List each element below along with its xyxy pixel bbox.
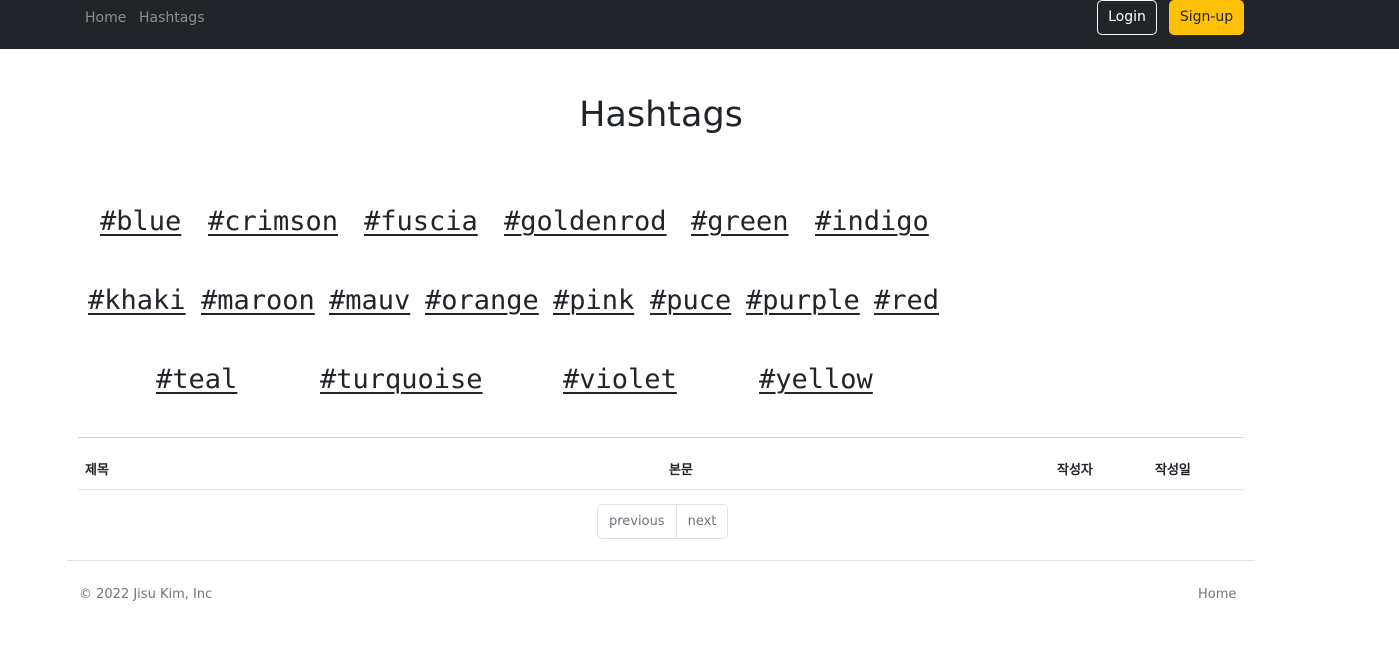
hashtag-link[interactable]: #indigo	[815, 206, 929, 238]
signup-button[interactable]: Sign-up	[1169, 0, 1244, 35]
hashtag-link[interactable]: #yellow	[759, 364, 873, 396]
pagination: previous next	[597, 504, 729, 539]
column-header-title[interactable]: 제목	[85, 463, 109, 479]
footer-copyright: © 2022 Jisu Kim, Inc	[79, 587, 213, 602]
hashtag-link[interactable]: #maroon	[201, 285, 315, 317]
footer-divider	[67, 560, 1255, 561]
hashtag-link[interactable]: #purple	[746, 285, 860, 317]
page-title: Hashtags	[579, 95, 743, 135]
hashtag-link[interactable]: #green	[691, 206, 789, 238]
hashtag-link[interactable]: #mauv	[329, 285, 410, 317]
hashtag-link[interactable]: #puce	[650, 285, 731, 317]
section-divider	[78, 437, 1244, 438]
hashtag-link[interactable]: #turquoise	[320, 364, 483, 396]
hashtag-link[interactable]: #orange	[425, 285, 539, 317]
table-header-divider	[78, 489, 1244, 490]
previous-page-button[interactable]: previous	[598, 505, 676, 538]
column-header-date[interactable]: 작성일	[1155, 463, 1191, 479]
hashtag-link[interactable]: #goldenrod	[504, 206, 667, 238]
hashtag-link[interactable]: #teal	[156, 364, 237, 396]
hashtag-link[interactable]: #blue	[100, 206, 181, 238]
hashtag-link[interactable]: #pink	[553, 285, 634, 317]
column-header-author[interactable]: 작성자	[1057, 463, 1093, 479]
nav-link-home[interactable]: Home	[85, 10, 126, 27]
hashtag-link[interactable]: #violet	[563, 364, 677, 396]
hashtag-link[interactable]: #fuscia	[364, 206, 478, 238]
login-button[interactable]: Login	[1097, 0, 1157, 35]
footer-home-link[interactable]: Home	[1198, 587, 1236, 603]
hashtag-link[interactable]: #crimson	[208, 206, 338, 238]
hashtag-link[interactable]: #khaki	[88, 285, 186, 317]
top-navbar: Home Hashtags Login Sign-up	[0, 0, 1399, 49]
next-page-button[interactable]: next	[675, 505, 728, 538]
nav-link-hashtags[interactable]: Hashtags	[139, 10, 205, 27]
hashtag-link[interactable]: #red	[874, 285, 939, 317]
column-header-content[interactable]: 본문	[669, 463, 693, 479]
